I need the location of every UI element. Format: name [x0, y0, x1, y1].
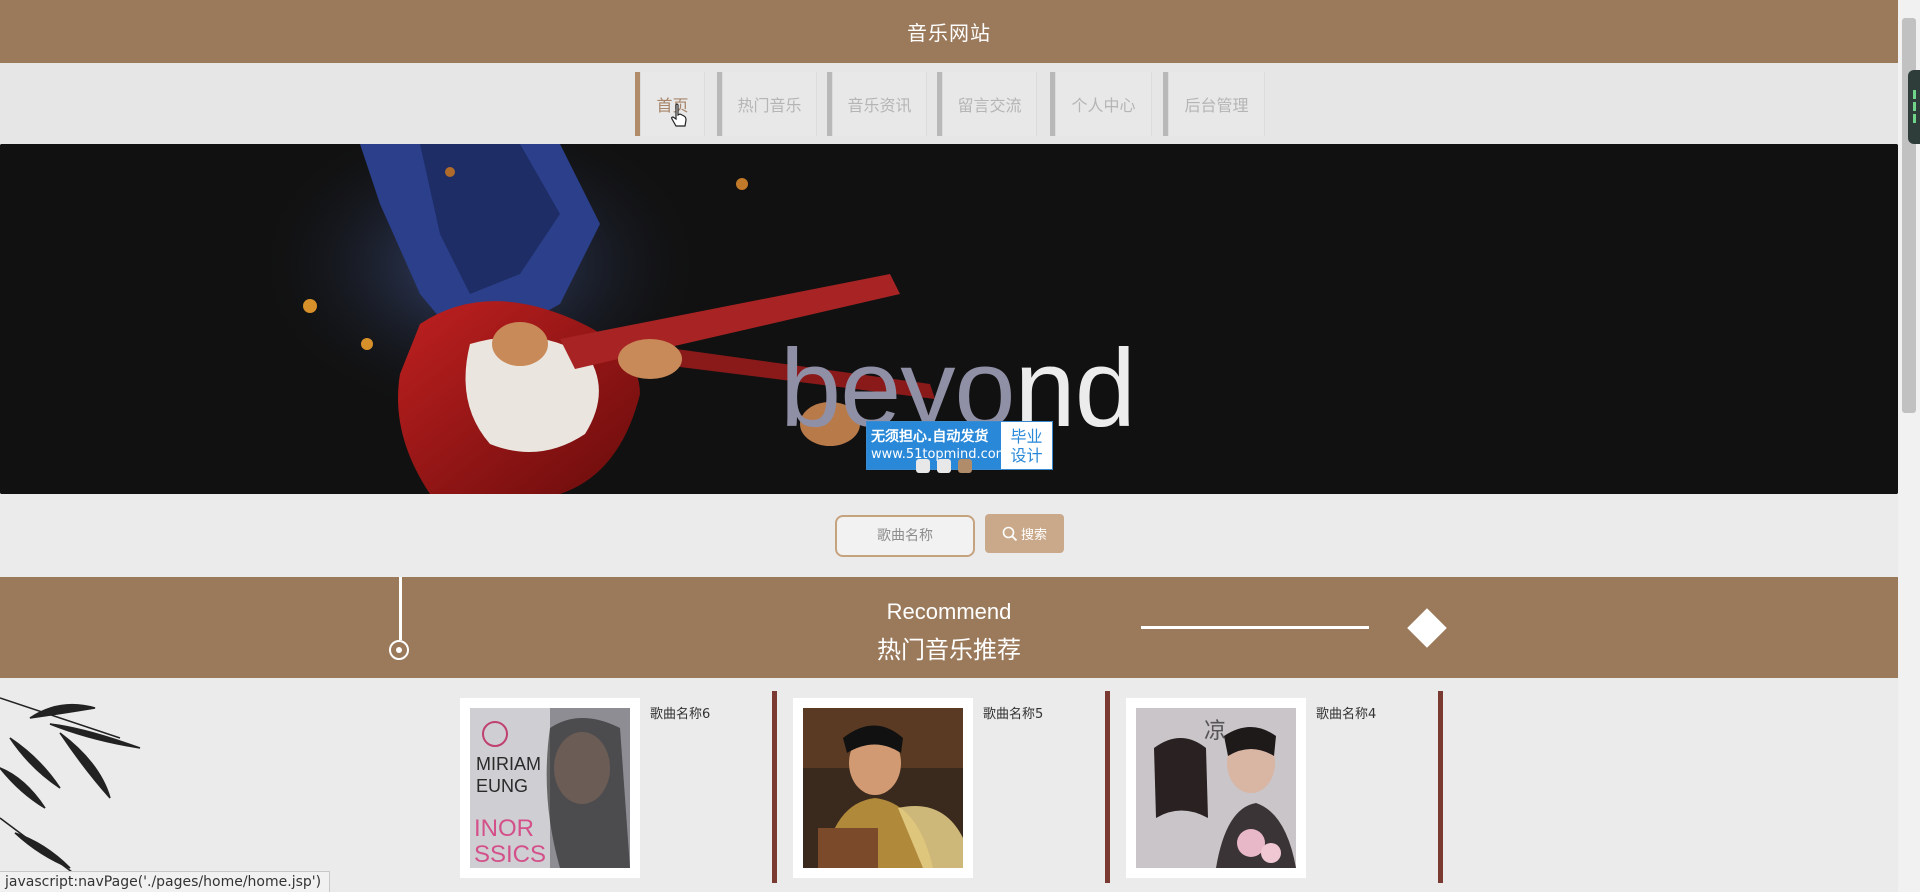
carousel-dot-2[interactable]: [937, 459, 951, 473]
bamboo-decoration-image: [0, 697, 141, 879]
browser-status-bar: javascript:navPage('./pages/home/home.js…: [0, 871, 331, 892]
song-divider: [772, 691, 777, 883]
song-search-input[interactable]: [835, 515, 975, 557]
search-icon: [1002, 526, 1018, 541]
recommend-title-en: Recommend: [886, 599, 1012, 624]
decor-horizontal-line: [1141, 626, 1369, 629]
carousel-dot-1[interactable]: [916, 459, 930, 473]
song-cover[interactable]: [793, 698, 973, 878]
carousel-dot-3[interactable]: [958, 459, 972, 473]
album-cover-miriam-yeung: MIRIAM EUNG INOR SSICS: [470, 708, 630, 868]
hand-cursor-icon: [671, 103, 687, 127]
svg-text:凉: 凉: [1204, 719, 1226, 744]
svg-text:INOR: INOR: [474, 815, 534, 842]
main-nav: 首页 热门音乐 音乐资讯 留言交流 个人中心 后台管理: [0, 72, 1898, 136]
nav-message-board[interactable]: 留言交流: [937, 72, 1037, 136]
song-name[interactable]: 歌曲名称5: [983, 703, 1043, 722]
carousel-indicators: [916, 459, 972, 473]
svg-text:MIRIAM: MIRIAM: [476, 754, 541, 774]
watermark-line1: 无须担心.自动发货: [871, 428, 989, 445]
nav-music-news-label: 音乐资讯: [847, 96, 912, 115]
search-button[interactable]: 搜索: [985, 514, 1064, 553]
nav-music-news[interactable]: 音乐资讯: [827, 72, 927, 136]
floating-side-widget[interactable]: [1908, 70, 1920, 144]
svg-text:SSICS: SSICS: [474, 841, 546, 868]
nav-admin-label: 后台管理: [1184, 96, 1249, 115]
song-divider: [1438, 691, 1443, 883]
page: 音乐网站 首页 热门音乐 音乐资讯 留言交流 个人中心 后台管理 beyond …: [0, 0, 1898, 892]
song-cover[interactable]: MIRIAM EUNG INOR SSICS: [460, 698, 640, 878]
nav-personal-center-label: 个人中心: [1071, 96, 1136, 115]
top-bar: 音乐网站: [0, 0, 1898, 63]
song-card[interactable]: MIRIAM EUNG INOR SSICS 歌曲名称6: [460, 691, 777, 892]
search-button-label: 搜索: [1020, 528, 1047, 543]
song-list: MIRIAM EUNG INOR SSICS 歌曲名称6 歌曲名称5 凉 歌曲名…: [0, 678, 1898, 892]
main-nav-wrapper: 首页 热门音乐 音乐资讯 留言交流 个人中心 后台管理: [0, 63, 1898, 144]
watermark-right-line2: 设计: [1010, 445, 1043, 465]
page-scrollbar[interactable]: [1898, 0, 1920, 892]
nav-home[interactable]: 首页: [635, 72, 705, 136]
recommend-title-cn: 热门音乐推荐: [877, 636, 1021, 664]
nav-admin[interactable]: 后台管理: [1163, 72, 1265, 136]
site-title: 音乐网站: [907, 21, 991, 45]
song-name[interactable]: 歌曲名称4: [1316, 703, 1376, 722]
recommend-section-header: Recommend 热门音乐推荐: [0, 577, 1898, 678]
song-name[interactable]: 歌曲名称6: [650, 703, 710, 722]
svg-text:EUNG: EUNG: [476, 776, 528, 796]
album-cover-jay-chou: [803, 708, 963, 868]
nav-hot-music[interactable]: 热门音乐: [717, 72, 817, 136]
song-card[interactable]: 歌曲名称5: [793, 691, 1110, 892]
nav-hot-music-label: 热门音乐: [737, 96, 802, 115]
album-cover-liangliang: 凉: [1136, 708, 1296, 868]
nav-message-board-label: 留言交流: [957, 96, 1022, 115]
song-divider: [1105, 691, 1110, 883]
watermark-right-line1: 毕业: [1010, 426, 1043, 446]
song-cover[interactable]: 凉: [1126, 698, 1306, 878]
nav-personal-center[interactable]: 个人中心: [1050, 72, 1152, 136]
song-card[interactable]: 凉 歌曲名称4: [1126, 691, 1443, 892]
